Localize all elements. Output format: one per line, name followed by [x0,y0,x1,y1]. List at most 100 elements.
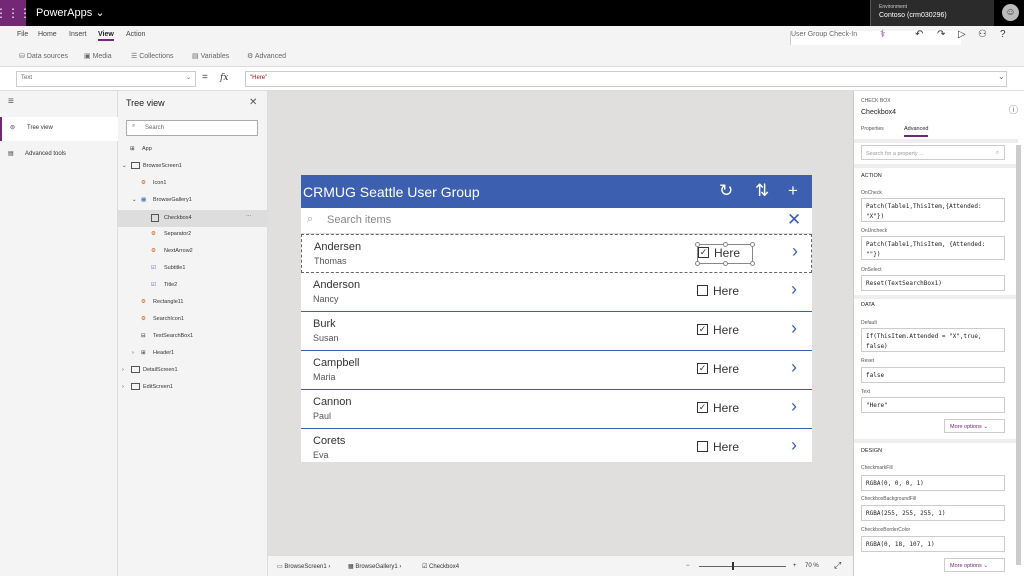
search-box[interactable]: ⌕ Search items ✕ [301,208,812,234]
app-header-title: CRMUG Seattle User Group [303,184,480,200]
tab-properties[interactable]: Properties [861,126,884,132]
undo-icon[interactable]: ↶ [915,29,923,40]
next-arrow-icon[interactable]: › [791,318,797,339]
next-arrow-icon[interactable]: › [791,396,797,417]
zoom-slider-thumb[interactable] [732,562,734,570]
checkbox[interactable]: ✓ [697,363,708,374]
gallery-row[interactable]: Anderson Nancy Here › [301,273,812,312]
cbborder-input[interactable]: RGBA(0, 18, 107, 1) [861,536,1005,552]
divider [854,139,1018,143]
tree-node-selected[interactable]: Checkbox4 ··· [118,210,268,227]
row-title: Campbell [313,357,360,369]
breadcrumb-gallery[interactable]: ▦ BrowseGallery1 › [348,563,401,570]
sort-icon[interactable]: ⇅ [755,181,769,201]
checkbox-icon [151,214,159,222]
user-avatar[interactable]: ☺ [1002,4,1019,21]
zoom-in-button[interactable]: + [793,563,797,569]
oncheck-input[interactable]: Patch(Table1,ThisItem,{Attended: "X"}) [861,198,1005,222]
tree-node[interactable]: ⚙ NextArrow2 [118,247,268,264]
onselect-input[interactable]: Reset(TextSearchBox1) [861,275,1005,291]
refresh-icon[interactable]: ↻ [719,181,733,201]
more-options-button[interactable]: More options ⌄ [944,558,1005,572]
gallery-row[interactable]: Cannon Paul ✓ Here › [301,390,812,429]
tree-node[interactable]: ⚙ Icon1 [118,179,268,196]
advanced-button[interactable]: ⚙ Advanced [247,52,286,60]
redo-icon[interactable]: ↷ [937,29,945,40]
nav-tree-view[interactable]: ⊜ Tree view [0,117,118,141]
breadcrumb-screen[interactable]: ▭ BrowseScreen1 › [277,563,330,570]
cbbg-input[interactable]: RGBA(255, 255, 255, 1) [861,505,1005,521]
gallery-row[interactable]: Burk Susan ✓ Here › [301,312,812,351]
property-search-input[interactable]: Search for a property ... ⌕ [861,145,1005,160]
more-options-button[interactable]: More options ⌄ [944,419,1005,433]
environment-picker[interactable]: Environment Contoso (crm030296) [870,0,994,26]
next-arrow-icon[interactable]: › [792,241,798,262]
checkbox[interactable] [697,285,708,296]
default-input[interactable]: If(ThisItem.Attended = "X",true, false) [861,328,1005,352]
tree-node[interactable]: ⚙ SearchIcon1 [118,315,268,332]
app-title[interactable]: PowerApps ⌄ [36,6,105,19]
fx-icon[interactable]: fx [220,73,228,83]
hamburger-icon[interactable]: ≡ [8,96,14,107]
app-checker-icon[interactable]: ⚕ [880,29,885,40]
gallery-row[interactable]: Andersen Thomas ✓ Here › [301,234,812,273]
formula-input[interactable]: "Here" [245,71,1007,87]
tree-node[interactable]: ⌄ BrowseScreen1 [118,162,268,179]
menu-action[interactable]: Action [126,31,145,38]
fit-screen-icon[interactable]: ⤢ [834,560,841,571]
next-arrow-icon[interactable]: › [791,435,797,456]
row-title: Andersen [314,241,362,253]
tree-search-input[interactable]: ⌕ Search [126,120,258,136]
more-icon: ··· [246,213,252,219]
tree-view-title: Tree view [126,98,165,108]
info-icon[interactable]: ⓘ [1009,103,1018,116]
checkbox[interactable] [697,441,708,452]
data-sources-button[interactable]: ⛁ Data sources [19,52,68,60]
breadcrumb-checkbox[interactable]: ☑ Checkbox4 [422,563,459,570]
reset-input[interactable]: false [861,367,1005,383]
chevron-down-icon[interactable]: ⌄ [998,72,1005,81]
next-arrow-icon[interactable]: › [791,279,797,300]
tree-node[interactable]: › ⊞ Header1 [118,349,268,366]
tree-node[interactable]: ☑ Title2 [118,281,268,298]
menu-view[interactable]: View [98,31,114,41]
add-icon[interactable]: + [788,181,798,201]
rectangle-icon: ⚙ [141,299,146,305]
checkbox[interactable]: ✓ [697,324,708,335]
app-launcher-icon[interactable]: ⋮⋮⋮ [0,0,31,26]
tree-node-app[interactable]: ⊞ App [118,145,268,162]
selection-handles[interactable] [695,242,755,266]
next-arrow-icon[interactable]: › [791,357,797,378]
checkbox[interactable]: ✓ [697,402,708,413]
onselect-label: OnSelect [861,267,882,273]
panel-scrollbar[interactable] [1016,145,1021,565]
property-dropdown[interactable]: Text ⌄ [16,71,196,87]
nav-advanced-tools[interactable]: ▤ Advanced tools [0,143,118,167]
zoom-slider[interactable] [699,566,786,567]
gallery-row[interactable]: Corets Eva Here › [301,429,812,462]
screen-icon [131,162,140,169]
close-icon[interactable]: ✕ [249,97,257,108]
menu-file[interactable]: File [17,31,28,38]
tree-node[interactable]: › DetailScreen1 [118,366,268,383]
variables-button[interactable]: ▤ Variables [192,52,229,60]
help-icon[interactable]: ? [1000,29,1006,40]
tree-node[interactable]: ⚙ Separator2 [118,230,268,247]
share-icon[interactable]: ⚇ [978,29,987,40]
tree-node[interactable]: ⚙ Rectangle11 [118,298,268,315]
zoom-out-button[interactable]: − [686,563,690,569]
onuncheck-input[interactable]: Patch(Table1,ThisItem, {Attended: ""}) [861,236,1005,260]
collections-button[interactable]: ☰ Collections [131,52,173,60]
play-icon[interactable]: ▷ [958,29,966,40]
clear-icon[interactable]: ✕ [787,210,801,230]
tree-node[interactable]: › EditScreen1 [118,383,268,400]
menu-insert[interactable]: Insert [69,31,87,38]
media-button[interactable]: ▣ Media [84,52,112,60]
tree-node[interactable]: ⊟ TextSearchBox1 [118,332,268,349]
gallery-row[interactable]: Campbell Maria ✓ Here › [301,351,812,390]
text-input[interactable]: "Here" [861,397,1005,413]
tree-node[interactable]: ☑ Subtitle1 [118,264,268,281]
tab-advanced[interactable]: Advanced [904,126,929,137]
menu-home[interactable]: Home [38,31,57,38]
checkmarkfill-input[interactable]: RGBA(0, 0, 0, 1) [861,475,1005,491]
